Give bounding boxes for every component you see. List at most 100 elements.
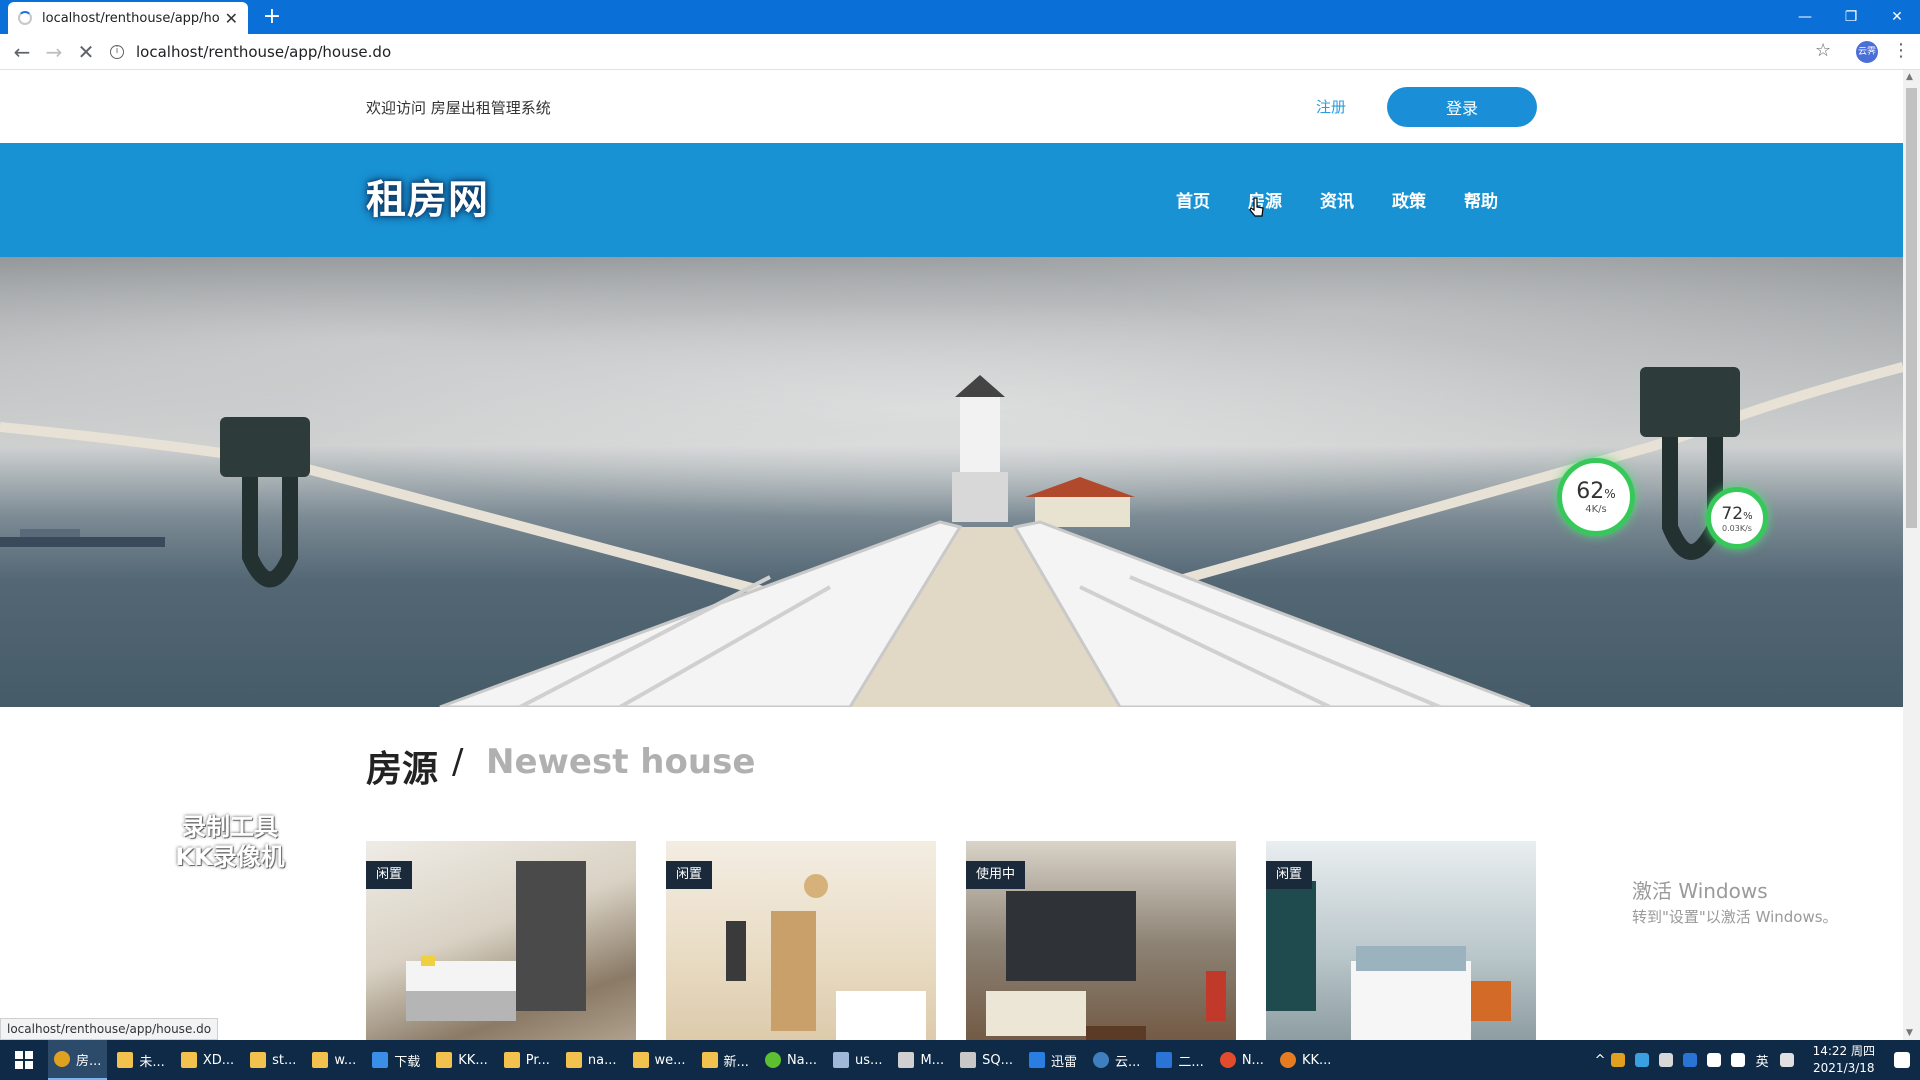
taskbar-item[interactable]: 二... (1150, 1040, 1209, 1080)
system-clock[interactable]: 14:22 周四 2021/3/18 (1813, 1043, 1875, 1077)
nav-policy[interactable]: 政策 (1392, 187, 1426, 212)
taskbar-label: we... (654, 1052, 686, 1068)
taskbar-label: M... (920, 1052, 945, 1068)
taskbar-item[interactable]: 云... (1087, 1040, 1146, 1080)
taskbar-item[interactable]: 下载 (366, 1040, 426, 1080)
system-tray: ^ 英 14:22 周四 2021/3/18 (1595, 1040, 1920, 1080)
start-button[interactable] (0, 1040, 48, 1080)
activate-windows-notice: 激活 Windows 转到"设置"以激活 Windows。 (1632, 875, 1838, 927)
taskbar-item[interactable]: SQ... (954, 1040, 1019, 1080)
profile-avatar[interactable]: 云霁 (1856, 41, 1878, 63)
tray-chevron-icon[interactable]: ^ (1595, 1053, 1606, 1068)
bookmark-star-icon[interactable]: ☆ (1815, 40, 1831, 61)
house-card[interactable]: 闲置 (666, 841, 936, 1040)
taskbar-item[interactable]: Pr... (498, 1040, 556, 1080)
house-card[interactable]: 使用中 (966, 841, 1236, 1040)
taskbar-item[interactable]: 新... (696, 1040, 755, 1080)
taskbar-item[interactable]: na... (560, 1040, 623, 1080)
taskbar-item[interactable]: N... (1214, 1040, 1270, 1080)
clock-time: 14:22 周四 (1812, 1044, 1875, 1058)
page-scrollbar[interactable]: ▲ ▼ (1903, 70, 1920, 1040)
folder-icon (701, 1052, 718, 1068)
close-tab-icon[interactable]: ✕ (225, 9, 238, 28)
taskbar-item[interactable]: KK... (1274, 1040, 1337, 1080)
nav-home[interactable]: 首页 (1176, 187, 1210, 212)
section-subtitle: Newest house (486, 742, 756, 782)
taskbar-item[interactable]: KK... (430, 1040, 493, 1080)
clock-date: 2021/3/18 (1813, 1061, 1875, 1075)
windows-taskbar: 房... 未... XD... st... w... 下载 KK... Pr..… (0, 1040, 1920, 1080)
action-center-icon[interactable] (1894, 1052, 1910, 1068)
house-card[interactable]: 闲置 (1266, 841, 1536, 1040)
address-bar[interactable]: i localhost/renthouse/app/house.do (110, 39, 1810, 65)
volume-icon[interactable] (1730, 1053, 1745, 1067)
tray-app-icon[interactable] (1610, 1053, 1625, 1067)
welcome-text: 欢迎访问 房屋出租管理系统 (366, 99, 551, 117)
tray-app-icon[interactable] (1682, 1053, 1697, 1067)
browser-tab[interactable]: localhost/renthouse/app/hou ✕ (8, 2, 248, 34)
taskbar-label: XD... (202, 1052, 235, 1068)
browser-menu-icon[interactable]: ⋮ (1892, 40, 1910, 61)
hero-banner: 62% 4K/s 72% 0.03K/s (0, 257, 1903, 707)
new-tab-button[interactable]: + (258, 3, 286, 31)
taskbar-item[interactable]: st... (244, 1040, 302, 1080)
forward-arrow-icon[interactable]: → (40, 38, 68, 66)
taskbar-label: st... (272, 1052, 297, 1068)
stop-loading-icon[interactable]: ✕ (72, 38, 100, 66)
taskbar-item[interactable]: XD... (175, 1040, 240, 1080)
notification-bell-icon[interactable] (1658, 1053, 1673, 1067)
login-button[interactable]: 登录 (1387, 87, 1537, 127)
taskbar-label: Pr... (525, 1052, 550, 1068)
minimize-icon[interactable]: — (1782, 0, 1828, 34)
taskbar-label: Na... (786, 1052, 818, 1068)
network-speed-widget[interactable]: 62% 4K/s (1557, 458, 1635, 536)
register-link[interactable]: 注册 (1316, 96, 1346, 117)
scroll-thumb[interactable] (1906, 88, 1917, 528)
download-icon (372, 1052, 389, 1068)
taskbar-item[interactable]: we... (627, 1040, 692, 1080)
taskbar-item[interactable]: Na... (759, 1040, 823, 1080)
close-window-icon[interactable]: ✕ (1874, 0, 1920, 34)
ime-indicator[interactable]: 英 (1756, 1051, 1769, 1070)
taskbar-item[interactable]: 迅雷 (1023, 1040, 1083, 1080)
back-arrow-icon[interactable]: ← (8, 38, 36, 66)
speed-unit: % (1604, 487, 1616, 501)
memory-percent: 72 (1721, 503, 1744, 524)
chrome-icon (54, 1051, 70, 1067)
tray-app-icon[interactable] (1634, 1053, 1649, 1067)
folder-icon (312, 1052, 329, 1068)
taskbar-item[interactable]: M... (892, 1040, 950, 1080)
taskbar-item[interactable]: 未... (111, 1040, 170, 1080)
keyboard-icon[interactable] (1779, 1053, 1794, 1067)
taskbar-item[interactable]: w... (306, 1040, 362, 1080)
taskbar-item[interactable]: us... (827, 1040, 888, 1080)
browser-toolbar: ← → ✕ i localhost/renthouse/app/house.do (0, 34, 1920, 70)
recorder-line-1: 录制工具 (182, 813, 278, 841)
app-icon (1219, 1052, 1236, 1068)
memory-unit: % (1743, 510, 1753, 522)
taskbar-label: us... (855, 1052, 883, 1068)
scroll-up-icon[interactable]: ▲ (1906, 72, 1913, 82)
taskbar-label: 云... (1115, 1054, 1141, 1070)
memory-usage-widget[interactable]: 72% 0.03K/s (1706, 487, 1768, 549)
activate-windows-title: 激活 Windows (1632, 879, 1768, 903)
memory-rate: 0.03K/s (1722, 523, 1752, 533)
section-separator: / (452, 742, 464, 782)
nav-help[interactable]: 帮助 (1464, 187, 1498, 212)
section-title: 房源 (366, 749, 439, 790)
site-info-icon[interactable]: i (110, 45, 124, 59)
taskbar-item-chrome[interactable]: 房... (48, 1040, 108, 1080)
folder-icon (117, 1052, 134, 1068)
taskbar-label: 迅雷 (1050, 1054, 1077, 1070)
restore-icon[interactable]: ❐ (1828, 0, 1874, 34)
taskbar-label: 新... (723, 1054, 749, 1070)
house-card[interactable]: 闲置 (366, 841, 636, 1040)
recorder-watermark: 录制工具 KK录像机 (160, 812, 300, 872)
status-bar-url: localhost/renthouse/app/house.do (0, 1018, 219, 1040)
scroll-down-icon[interactable]: ▼ (1906, 1028, 1913, 1038)
address-text: localhost/renthouse/app/house.do (136, 43, 392, 61)
network-icon[interactable] (1706, 1053, 1721, 1067)
kk-recorder-icon (1279, 1052, 1296, 1068)
site-logo[interactable]: 租房网 (366, 167, 489, 225)
nav-news[interactable]: 资讯 (1320, 187, 1354, 212)
